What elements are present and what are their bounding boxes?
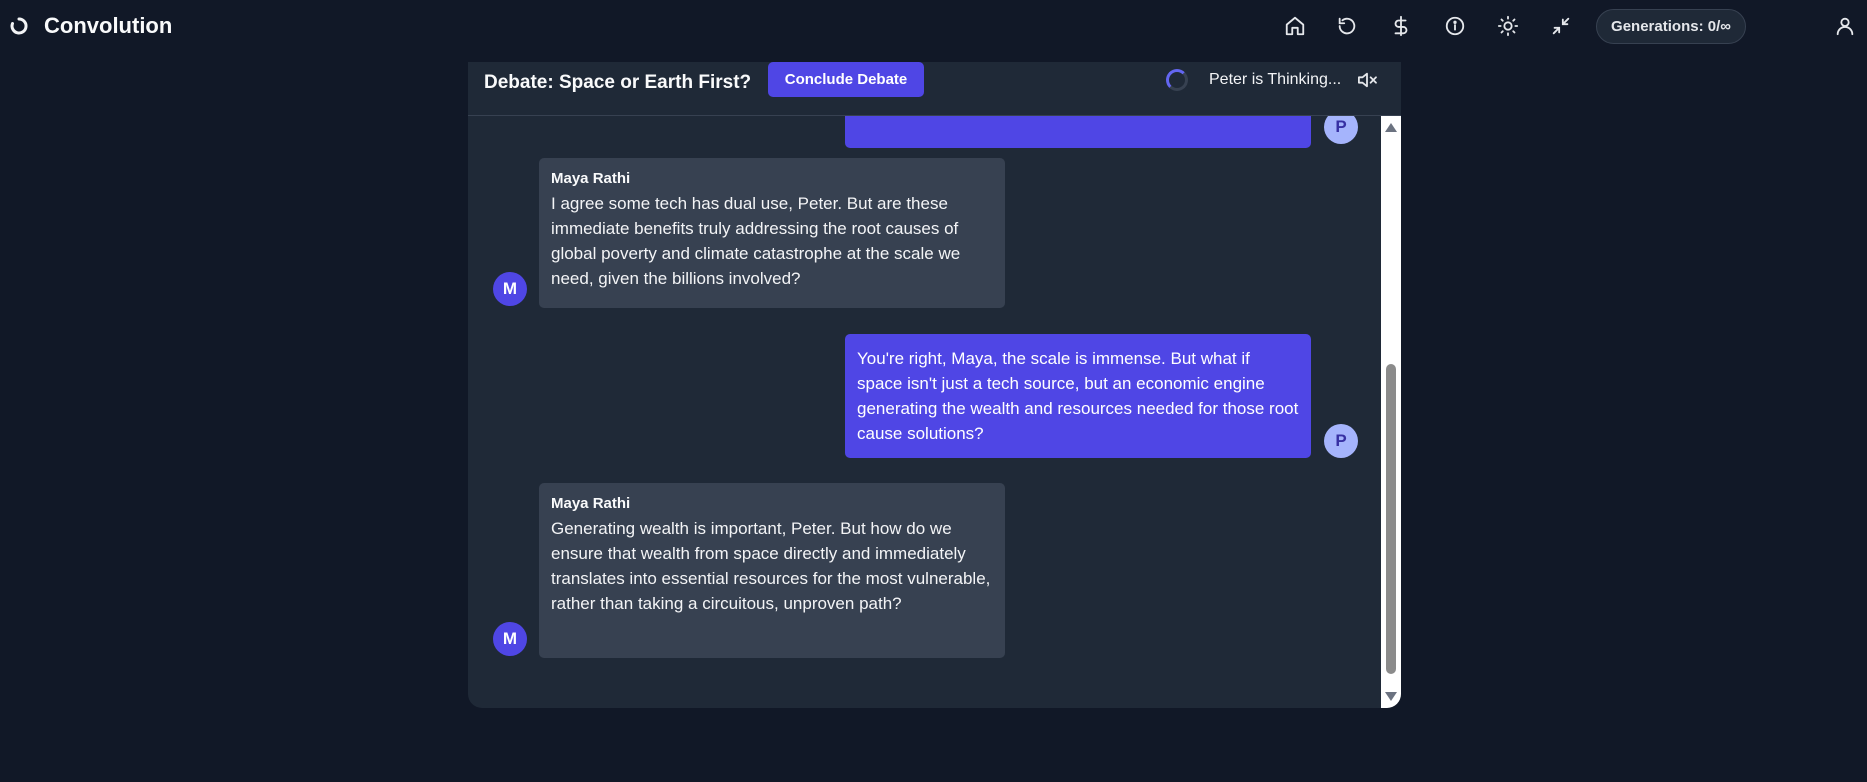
convolution-logo-icon <box>8 15 30 37</box>
message-text: Generating wealth is important, Peter. B… <box>551 519 991 613</box>
scroll-down-arrow-icon[interactable] <box>1385 692 1397 701</box>
conclude-debate-button[interactable]: Conclude Debate <box>768 62 924 97</box>
volume-mute-icon[interactable] <box>1355 69 1379 91</box>
history-icon[interactable] <box>1333 12 1361 40</box>
generations-badge[interactable]: Generations: 0/∞ <box>1596 9 1746 44</box>
avatar-maya: M <box>493 622 527 656</box>
message-list[interactable]: P M Maya Rathi I agree some tech has dua… <box>468 116 1381 708</box>
info-icon[interactable] <box>1441 12 1469 40</box>
loading-spinner-icon <box>1166 69 1188 91</box>
sender-name: Maya Rathi <box>551 495 631 512</box>
top-navigation-bar: Convolution Generations: 0/∞ <box>0 0 1867 52</box>
debate-panel: Debate: Space or Earth First? Conclude D… <box>468 62 1401 708</box>
thinking-status: Peter is Thinking... <box>1209 71 1342 88</box>
home-icon[interactable] <box>1281 12 1309 40</box>
message-maya: M Maya Rathi Generating wealth is import… <box>468 116 1381 708</box>
debate-title: Debate: Space or Earth First? <box>484 72 752 93</box>
user-icon[interactable] <box>1831 12 1859 40</box>
minimize-icon[interactable] <box>1547 12 1575 40</box>
app-name: Convolution <box>44 13 173 38</box>
brand[interactable]: Convolution <box>8 12 172 40</box>
dollar-icon[interactable] <box>1387 12 1415 40</box>
debate-header: Debate: Space or Earth First? Conclude D… <box>468 62 1401 116</box>
scroll-thumb[interactable] <box>1386 364 1396 674</box>
message-bubble: Maya Rathi Generating wealth is importan… <box>539 483 1005 658</box>
chat-scrollbar[interactable] <box>1381 116 1401 708</box>
scroll-up-arrow-icon[interactable] <box>1385 123 1397 132</box>
sun-icon[interactable] <box>1494 12 1522 40</box>
